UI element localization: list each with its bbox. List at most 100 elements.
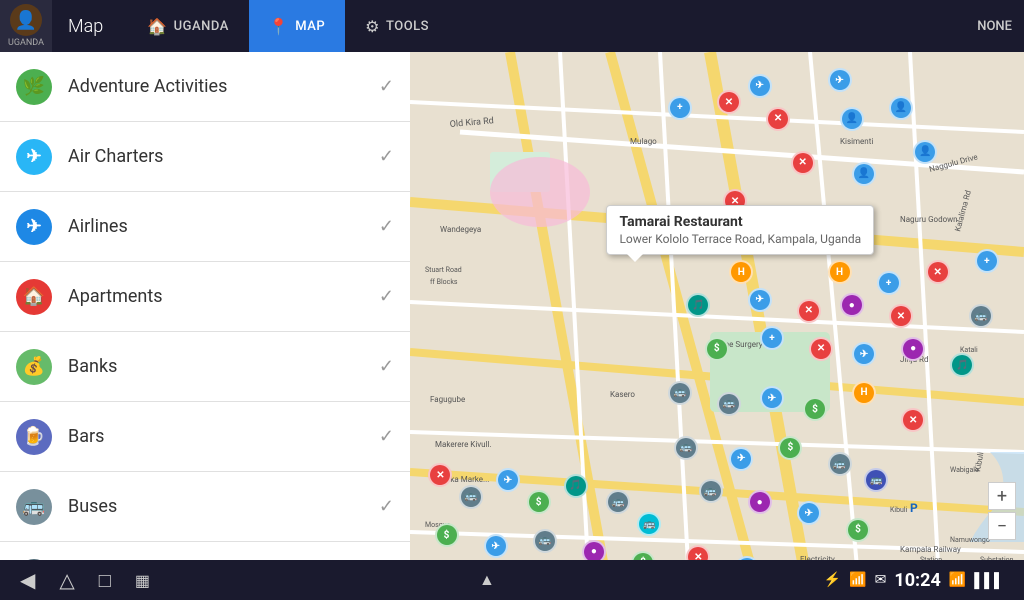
- map-pin-16[interactable]: H: [828, 260, 852, 284]
- map-pin-27[interactable]: +: [760, 326, 784, 350]
- map-pin-48[interactable]: 🚌: [459, 485, 483, 509]
- adventure-label: Adventure Activities: [68, 76, 379, 97]
- none-button[interactable]: NONE: [977, 19, 1012, 34]
- tab-tools[interactable]: ⚙ TOOLS: [345, 0, 449, 52]
- apartments-check: ✓: [379, 286, 394, 307]
- map-pin-55[interactable]: ✈: [484, 534, 508, 558]
- map-pin-51[interactable]: 🎵: [564, 474, 588, 498]
- map-pin-45[interactable]: ✈: [797, 501, 821, 525]
- svg-text:Wandegeya: Wandegeya: [440, 225, 481, 234]
- mail-icon: ✉: [875, 572, 887, 588]
- map-pin-54[interactable]: $: [435, 523, 459, 547]
- map-pin-25[interactable]: 🚌: [969, 304, 993, 328]
- map-pin-8[interactable]: ✕: [791, 151, 815, 175]
- wifi-icon: 📶: [949, 572, 966, 588]
- map-pin-30[interactable]: ●: [901, 337, 925, 361]
- home-icon: 🏠: [147, 17, 167, 36]
- map-pin-9[interactable]: 👤: [852, 162, 876, 186]
- home-button[interactable]: △: [59, 568, 74, 592]
- zoom-controls: + −: [988, 482, 1016, 540]
- recents-button[interactable]: □: [99, 568, 111, 593]
- map-pin-23[interactable]: ●: [840, 293, 864, 317]
- status-nav: ◀ △ □ ▦: [20, 568, 150, 593]
- airlines-label: Airlines: [68, 216, 379, 237]
- category-sidebar: 🌿 Adventure Activities ✓ ✈ Air Charters …: [0, 52, 410, 600]
- map-pin-43[interactable]: 🚌: [699, 479, 723, 503]
- map-pin-36[interactable]: H: [852, 381, 876, 405]
- avatar: 👤: [10, 4, 42, 36]
- map-pin-5[interactable]: ✕: [766, 107, 790, 131]
- back-button[interactable]: ◀: [20, 568, 35, 592]
- svg-text:Namuwongo: Namuwongo: [950, 536, 990, 544]
- bars-label: Bars: [68, 426, 379, 447]
- adventure-check: ✓: [379, 76, 394, 97]
- airlines-icon: ✈: [16, 209, 52, 245]
- map-pin-3[interactable]: +: [668, 96, 692, 120]
- tooltip-address: Lower Kololo Terrace Road, Kampala, Ugan…: [619, 232, 861, 246]
- map-pin-41[interactable]: 🚌: [828, 452, 852, 476]
- bars-check: ✓: [379, 426, 394, 447]
- buses-icon: 🚌: [16, 489, 52, 525]
- buses-check: ✓: [379, 496, 394, 517]
- tab-uganda-label: UGANDA: [174, 19, 229, 34]
- map-pin-17[interactable]: +: [877, 271, 901, 295]
- map-pin-28[interactable]: ✕: [809, 337, 833, 361]
- map-pin-2[interactable]: ✈: [828, 68, 852, 92]
- gear-icon: ⚙: [365, 17, 380, 36]
- map-pin-38[interactable]: 🚌: [674, 436, 698, 460]
- map-pin-56[interactable]: 🚌: [533, 529, 557, 553]
- zoom-in-button[interactable]: +: [988, 482, 1016, 510]
- tab-map-label: MAP: [295, 19, 325, 34]
- map-pin-19[interactable]: +: [975, 249, 999, 273]
- expand-button[interactable]: ▲: [479, 570, 495, 590]
- tab-map[interactable]: 📍 MAP: [249, 0, 345, 52]
- banks-check: ✓: [379, 356, 394, 377]
- map-pin-22[interactable]: ✕: [797, 299, 821, 323]
- tooltip-title: Tamarai Restaurant: [619, 214, 861, 230]
- category-bars[interactable]: 🍺 Bars ✓: [0, 402, 410, 472]
- menu-button[interactable]: ▦: [135, 571, 150, 590]
- map-pin-1[interactable]: ✈: [748, 74, 772, 98]
- svg-text:ff Blocks: ff Blocks: [430, 278, 458, 286]
- map-pin-18[interactable]: ✕: [926, 260, 950, 284]
- nav-tabs: 🏠 UGANDA 📍 MAP ⚙ TOOLS: [127, 0, 449, 52]
- map-pin-44[interactable]: ●: [748, 490, 772, 514]
- svg-text:Kasero: Kasero: [610, 390, 635, 399]
- map-pin-7[interactable]: 👤: [889, 96, 913, 120]
- tab-uganda[interactable]: 🏠 UGANDA: [127, 0, 249, 52]
- category-adventure[interactable]: 🌿 Adventure Activities ✓: [0, 52, 410, 122]
- svg-text:Kampala Railway: Kampala Railway: [900, 545, 961, 554]
- svg-text:Kibuli: Kibuli: [890, 506, 908, 514]
- top-bar: 👤 UGANDA Map 🏠 UGANDA 📍 MAP ⚙ TOOLS NONE: [0, 0, 1024, 52]
- sim-icon: 📶: [849, 572, 866, 588]
- zoom-out-button[interactable]: −: [988, 512, 1016, 540]
- svg-text:P: P: [910, 501, 918, 515]
- map-pin-21[interactable]: ✈: [748, 288, 772, 312]
- map-pin-50[interactable]: $: [527, 490, 551, 514]
- map-pin-24[interactable]: ✕: [889, 304, 913, 328]
- svg-text:Stuart Road: Stuart Road: [425, 266, 462, 274]
- svg-text:Makerere Kivull.: Makerere Kivull.: [435, 440, 492, 449]
- map-area[interactable]: Old Kira Rd Naggulu Drive Kalalima Rd Wa…: [410, 52, 1024, 600]
- bars-icon: 🍺: [16, 419, 52, 455]
- map-pin-40[interactable]: $: [778, 436, 802, 460]
- map-pin-32[interactable]: 🚌: [668, 381, 692, 405]
- map-background: Old Kira Rd Naggulu Drive Kalalima Rd Wa…: [410, 52, 1024, 600]
- map-pin-10[interactable]: 👤: [913, 140, 937, 164]
- category-airlines[interactable]: ✈ Airlines ✓: [0, 192, 410, 262]
- usb-icon: ⚡: [824, 572, 841, 588]
- category-banks[interactable]: 💰 Banks ✓: [0, 332, 410, 402]
- map-pin-6[interactable]: 👤: [840, 107, 864, 131]
- apartments-icon: 🏠: [16, 279, 52, 315]
- map-pin-26[interactable]: $: [705, 337, 729, 361]
- map-pin-33[interactable]: 🚌: [717, 392, 741, 416]
- map-pin-46[interactable]: $: [846, 518, 870, 542]
- map-pin-39[interactable]: ✈: [729, 447, 753, 471]
- category-buses[interactable]: 🚌 Buses ✓: [0, 472, 410, 542]
- apartments-label: Apartments: [68, 286, 379, 307]
- category-aircharters[interactable]: ✈ Air Charters ✓: [0, 122, 410, 192]
- adventure-icon: 🌿: [16, 69, 52, 105]
- airlines-check: ✓: [379, 216, 394, 237]
- svg-text:Naguru Godown: Naguru Godown: [900, 215, 958, 224]
- category-apartments[interactable]: 🏠 Apartments ✓: [0, 262, 410, 332]
